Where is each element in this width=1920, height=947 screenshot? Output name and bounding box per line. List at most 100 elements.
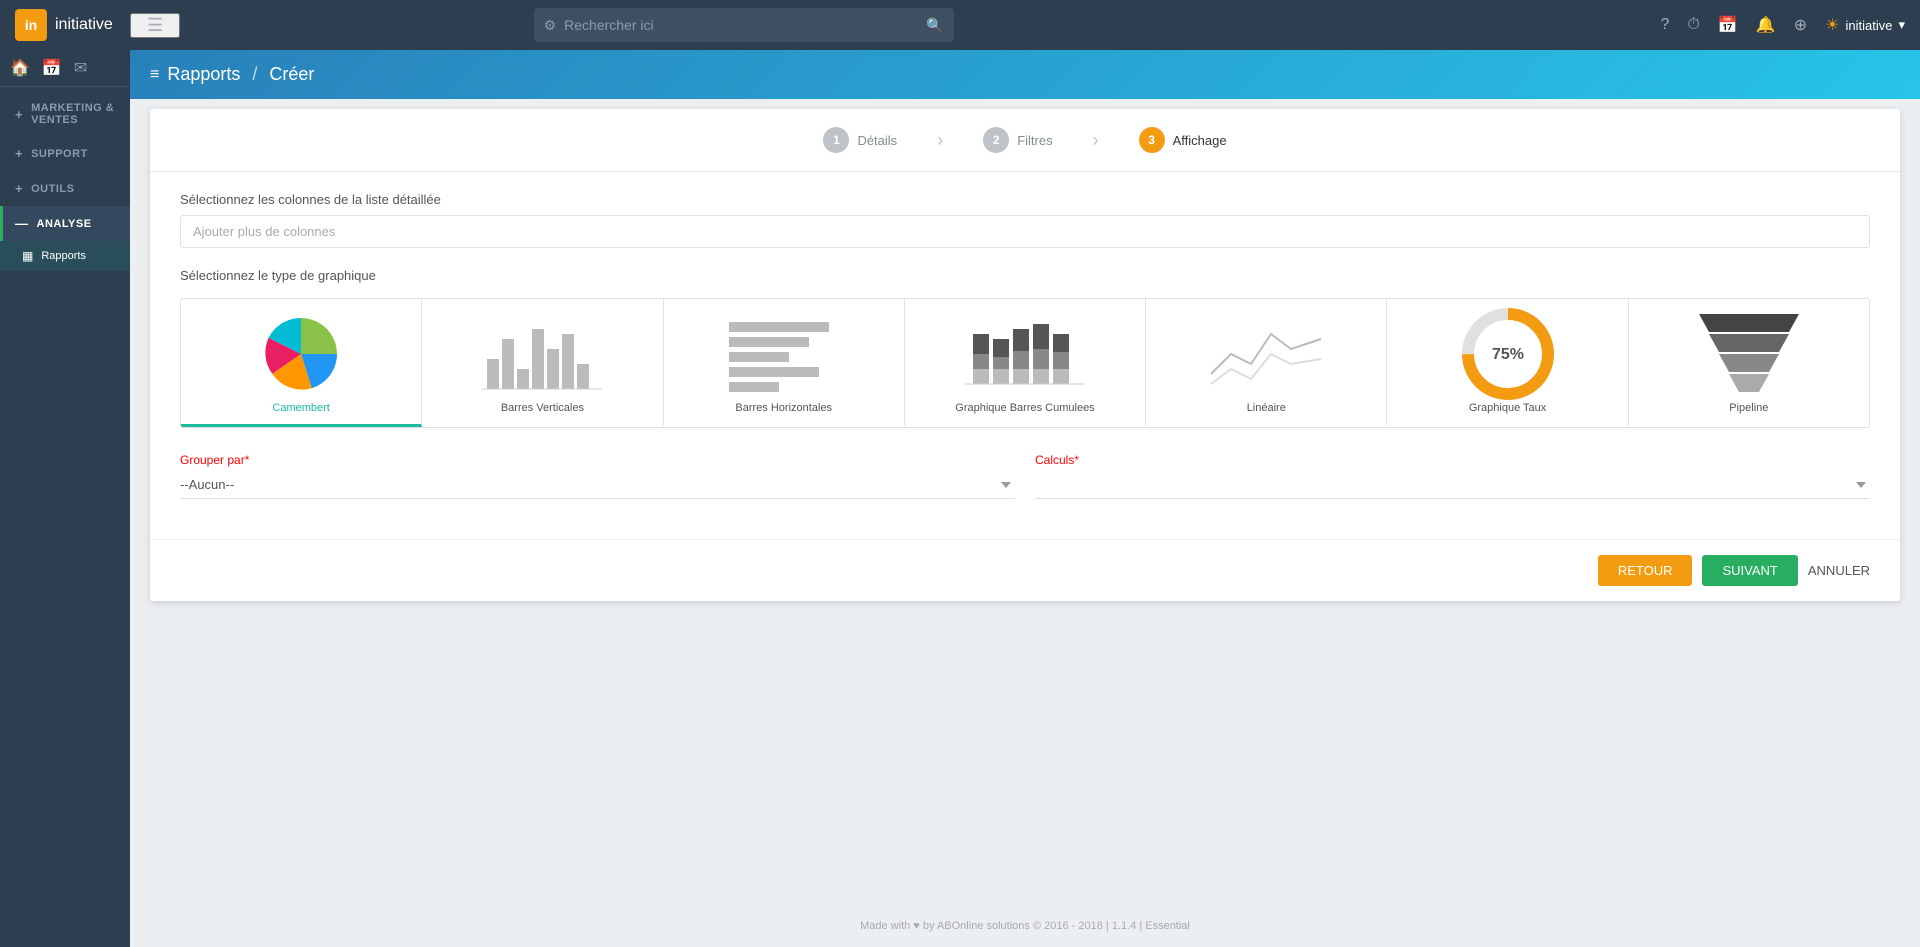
- history-icon[interactable]: ⏱: [1687, 16, 1699, 34]
- chart-label-lineaire: Linéaire: [1247, 402, 1286, 414]
- step-1-label: Détails: [857, 133, 897, 148]
- calendar-icon[interactable]: 📅: [1718, 15, 1738, 35]
- chart-type-gauge[interactable]: 75% Graphique Taux: [1387, 299, 1628, 427]
- cancel-button[interactable]: ANNULER: [1808, 563, 1870, 578]
- step-details: 1 Détails: [823, 127, 897, 153]
- chart-type-stacked[interactable]: Graphique Barres Cumulees: [905, 299, 1146, 427]
- step-1-circle: 1: [823, 127, 849, 153]
- chart-preview-lineaire: [1206, 314, 1326, 394]
- chart-preview-pipeline: [1689, 314, 1809, 394]
- chart-preview-stacked: [965, 314, 1085, 394]
- sidebar-item-marketing[interactable]: + MARKETING & VENTES: [0, 92, 130, 136]
- hamburger-button[interactable]: ☰: [130, 13, 180, 38]
- plus-icon: +: [15, 107, 23, 122]
- stacked-bar-svg: [965, 314, 1085, 394]
- chart-label-pipeline: Pipeline: [1729, 402, 1768, 414]
- sidebar-menu: + MARKETING & VENTES + SUPPORT + OUTILS …: [0, 87, 130, 947]
- search-bar: ⚙ 🔍: [534, 8, 954, 42]
- sidebar-item-label: Rapports: [41, 250, 86, 262]
- sidebar: 🏠 📅 ✉ + MARKETING & VENTES + SUPPORT + O…: [0, 50, 130, 947]
- chart-preview-gauge: 75%: [1448, 314, 1568, 394]
- chart-label-barres-v: Barres Verticales: [501, 402, 584, 414]
- sun-icon: ☀: [1825, 15, 1839, 35]
- user-menu[interactable]: ☀ initiative ▾: [1825, 15, 1905, 35]
- step-sep-2: ›: [1093, 130, 1099, 151]
- search-input[interactable]: [564, 17, 926, 33]
- add-icon[interactable]: ⊕: [1794, 15, 1807, 35]
- step-sep-1: ›: [937, 130, 943, 151]
- calcul-label: Calculs*: [1035, 453, 1870, 467]
- chart-types-container: Camembert: [180, 298, 1870, 428]
- chart-preview-barres-v: [482, 314, 602, 394]
- back-button[interactable]: RETOUR: [1598, 555, 1693, 586]
- chart-label-gauge: Graphique Taux: [1469, 402, 1546, 414]
- mail-icon[interactable]: ✉: [74, 58, 87, 78]
- steps-bar: 1 Détails › 2 Filtres › 3 Affichage: [150, 109, 1900, 172]
- sidebar-item-rapports[interactable]: ▦ Rapports: [0, 241, 130, 271]
- svg-text:75%: 75%: [1492, 346, 1524, 363]
- form-body: Sélectionnez les colonnes de la liste dé…: [150, 172, 1900, 539]
- minus-icon: —: [15, 216, 29, 231]
- page-header-page: Créer: [269, 64, 314, 85]
- chart-preview-camembert: [241, 314, 361, 394]
- step-2-circle: 2: [983, 127, 1009, 153]
- gauge-svg: 75%: [1458, 304, 1558, 404]
- form-container: 1 Détails › 2 Filtres › 3 Affichage: [150, 109, 1900, 601]
- chart-type-barres-v[interactable]: Barres Verticales: [422, 299, 663, 427]
- brand-name: initiative: [55, 16, 113, 34]
- page-header: ≡ Rapports / Créer: [130, 50, 1920, 99]
- chart-type-pipeline[interactable]: Pipeline: [1629, 299, 1869, 427]
- chart-type-barres-h[interactable]: Barres Horizontales: [664, 299, 905, 427]
- group-by-label: Grouper par*: [180, 453, 1015, 467]
- calcul-select[interactable]: [1035, 471, 1870, 499]
- plus-icon: +: [15, 146, 23, 161]
- top-nav-right: ? ⏱ 📅 🔔 ⊕ ☀ initiative ▾: [1661, 15, 1920, 35]
- chart-label-camembert: Camembert: [272, 402, 329, 414]
- chart-preview-barres-h: [724, 314, 844, 394]
- group-by-field: Grouper par* --Aucun--: [180, 453, 1015, 499]
- pie-chart-svg: [256, 309, 346, 399]
- step-3-label: Affichage: [1173, 133, 1227, 148]
- page-header-section: Rapports: [167, 64, 240, 85]
- group-by-select[interactable]: --Aucun--: [180, 471, 1015, 499]
- funnel-svg: [1689, 304, 1809, 404]
- breadcrumb-separator: /: [252, 64, 257, 85]
- chart-label-barres-h: Barres Horizontales: [735, 402, 832, 414]
- search-icon: 🔍: [926, 17, 943, 34]
- notification-icon[interactable]: 🔔: [1756, 15, 1776, 35]
- line-chart-svg: [1206, 314, 1326, 394]
- sidebar-item-label: MARKETING & VENTES: [31, 102, 118, 126]
- chart-label-stacked: Graphique Barres Cumulees: [955, 402, 1094, 414]
- sidebar-item-label: SUPPORT: [31, 148, 88, 160]
- step-3-circle: 3: [1139, 127, 1165, 153]
- columns-section-label: Sélectionnez les colonnes de la liste dé…: [180, 192, 1870, 207]
- chart-type-lineaire[interactable]: Linéaire: [1146, 299, 1387, 427]
- filter-icon: ⚙: [544, 17, 557, 34]
- sidebar-item-label: OUTILS: [31, 183, 74, 195]
- sidebar-item-analyse[interactable]: — ANALYSE: [0, 206, 130, 241]
- chart-type-section-label: Sélectionnez le type de graphique: [180, 268, 1870, 283]
- footer: Made with ♥ by ABOnline solutions © 2016…: [130, 905, 1920, 947]
- footer-text: Made with ♥ by ABOnline solutions © 2016…: [860, 920, 1190, 932]
- sidebar-item-label: ANALYSE: [37, 218, 92, 230]
- calendar-sidebar-icon[interactable]: 📅: [42, 58, 62, 78]
- sidebar-item-outils[interactable]: + OUTILS: [0, 171, 130, 206]
- home-icon[interactable]: 🏠: [10, 58, 30, 78]
- top-navbar: in initiative ☰ ⚙ 🔍 ? ⏱ 📅 🔔 ⊕ ☀ initiati…: [0, 0, 1920, 50]
- step-filtres: 2 Filtres: [983, 127, 1052, 153]
- main-content: ≡ Rapports / Créer 1 Détails › 2 Filtres…: [130, 0, 1920, 947]
- user-name: initiative: [1845, 18, 1892, 33]
- columns-input[interactable]: Ajouter plus de colonnes: [180, 215, 1870, 248]
- help-icon[interactable]: ?: [1661, 16, 1670, 34]
- reports-icon: ▦: [22, 249, 33, 263]
- form-row-groupby-calcul: Grouper par* --Aucun-- Calculs*: [180, 453, 1870, 499]
- chart-type-camembert[interactable]: Camembert: [181, 299, 422, 427]
- brand-logo: in: [15, 9, 47, 41]
- bar-chart-v-svg: [482, 314, 602, 394]
- brand: in initiative: [0, 9, 130, 41]
- sidebar-item-support[interactable]: + SUPPORT: [0, 136, 130, 171]
- next-button[interactable]: SUIVANT: [1702, 555, 1797, 586]
- sidebar-quick-icons: 🏠 📅 ✉: [0, 50, 130, 87]
- reports-header-icon: ≡: [150, 66, 159, 84]
- plus-icon: +: [15, 181, 23, 196]
